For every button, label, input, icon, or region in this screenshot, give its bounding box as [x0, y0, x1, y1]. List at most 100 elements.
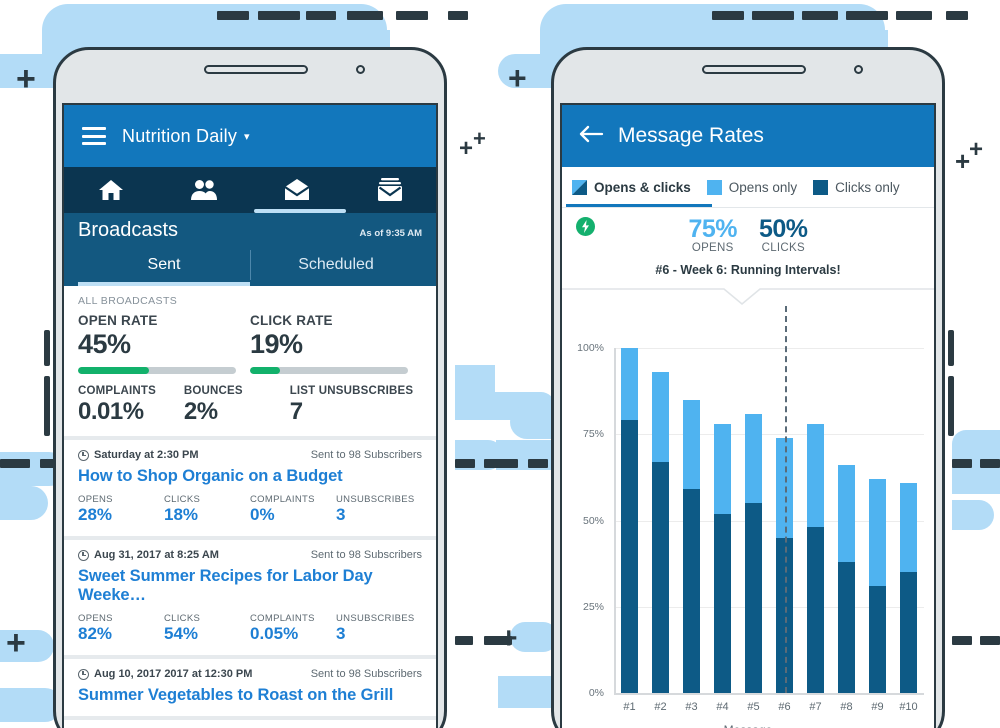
click-rate-label: CLICK RATE [250, 313, 333, 328]
hamburger-icon[interactable] [82, 127, 106, 145]
dash-mark [802, 11, 838, 20]
phone-speaker [204, 65, 308, 74]
complaints-metric: COMPLAINTS 0.01% [78, 385, 184, 426]
x-axis-title: Message [562, 723, 934, 728]
clicks-value: 50% [759, 215, 808, 243]
bar-segment-opens [806, 423, 825, 528]
tab-home[interactable] [64, 167, 157, 213]
click-rate-metric: CLICK RATE 19% [250, 313, 422, 374]
legend-opens-and-clicks[interactable]: Opens & clicks [562, 167, 691, 207]
plus-mark: + [473, 126, 486, 151]
stat-opens: OPENS 28% [78, 494, 113, 524]
chart-bar[interactable] [651, 372, 670, 693]
clicks-label: CLICKS [761, 242, 805, 254]
legend-opens-only[interactable]: Opens only [691, 167, 797, 207]
split-diagonal-swatch-icon [572, 179, 587, 195]
selected-legend-underline [566, 204, 712, 207]
bounces-value: 2% [183, 398, 218, 425]
dash-mark [752, 11, 794, 20]
selected-message-name: #6 - Week 6: Running Intervals! [655, 263, 841, 277]
broadcast-card[interactable]: Aug 10, 2017 2017 at 12:30 PM Sent to 98 … [64, 659, 436, 720]
open-rate-label: OPEN RATE [78, 313, 158, 328]
click-rate-value: 19% [250, 329, 303, 359]
x-axis-line [614, 693, 924, 695]
chart-bar[interactable] [837, 465, 856, 693]
chart-bar[interactable] [899, 482, 918, 693]
bar-segment-clicks [620, 420, 639, 693]
broadcast-date: Saturday at 2:30 PM [78, 449, 199, 461]
dash-mark [455, 459, 475, 468]
broadcast-title[interactable]: Summer Vegetables to Roast on the Grill [78, 686, 422, 705]
broadcast-sent-to: Sent to 98 Subscribers [310, 449, 422, 461]
tab-sequences[interactable] [343, 167, 436, 213]
chart-bar[interactable] [806, 423, 825, 693]
broadcast-title[interactable]: How to Shop Organic on a Budget [78, 467, 422, 486]
stat-unsubscribes: UNSUBSCRIBES 3 [336, 613, 415, 643]
chart-bar[interactable] [868, 479, 887, 693]
phone-speaker [702, 65, 806, 74]
dash-mark [980, 636, 1000, 645]
y-axis-tick-label: 50% [582, 514, 604, 527]
bar-segment-clicks [837, 561, 856, 693]
x-axis-tick-label: #9 [871, 701, 884, 713]
broadcast-card[interactable]: Aug 31, 2017 at 8:25 AM Sent to 98 Subscr… [64, 540, 436, 659]
opens-label: OPENS [691, 242, 734, 254]
tab-sent[interactable]: Sent [78, 248, 250, 286]
legend-clicks-only[interactable]: Clicks only [797, 167, 900, 207]
chart-bar[interactable] [620, 348, 639, 693]
dash-mark [0, 459, 30, 468]
tab-broadcasts[interactable] [250, 167, 343, 213]
blob-shape [0, 486, 48, 520]
dash-mark [448, 11, 468, 20]
list-unsubscribes-metric: LIST UNSUBSCRIBES 7 [290, 385, 422, 426]
chevron-down-icon[interactable]: ▾ [244, 130, 250, 143]
chart-bar[interactable] [682, 399, 701, 693]
bar-segment-clicks [682, 489, 701, 693]
right-appbar: Message Rates [562, 105, 934, 167]
bar-segment-opens [837, 465, 856, 562]
tab-scheduled[interactable]: Scheduled [250, 248, 422, 286]
summary-heading: ALL BROADCASTS [78, 295, 178, 307]
complaints-value: 0.01% [78, 398, 144, 425]
chart-canvas: 0% 25% 50% 75% 100% #1 #2 #3 #4 #5 #6 #7 #8 #9 #10 Mess… [562, 306, 934, 728]
x-axis-tick-label: #3 [685, 701, 698, 713]
stat-complaints: COMPLAINTS 0.05% [250, 613, 315, 643]
dash-mark [980, 459, 1000, 468]
broadcast-sent-to: Sent to 98 Subscribers [310, 549, 422, 561]
chart-bar[interactable] [744, 413, 763, 693]
panel-notch-divider [562, 288, 934, 306]
illustration-stage: + + + + + + + + Nutrition Daily ▾ Broadc… [0, 0, 1000, 728]
bar-segment-opens [651, 372, 670, 462]
phone-side-button [948, 376, 954, 436]
broadcast-stats: OPENS 82% CLICKS 54% COMPLAINTS 0.05% UNSUBSCR… [78, 613, 422, 644]
legend-label: Clicks only [835, 179, 900, 195]
broadcasts-section-header: Broadcasts As of 9:35 AM Sent Scheduled [64, 213, 436, 286]
back-arrow-icon[interactable] [578, 124, 604, 149]
bar-segment-clicks [651, 461, 670, 693]
bar-segment-opens [744, 413, 763, 504]
tab-divider [250, 250, 251, 280]
active-tab-indicator [254, 209, 346, 213]
left-tabbar [64, 167, 436, 213]
plus-mark: + [955, 146, 971, 176]
dash-mark [484, 459, 518, 468]
as-of-timestamp: As of 9:35 AM [359, 228, 422, 239]
tab-subscribers[interactable] [157, 167, 250, 213]
dash-mark [946, 11, 968, 20]
x-axis-tick-label: #2 [654, 701, 667, 713]
sent-scheduled-tabs: Sent Scheduled [78, 248, 422, 286]
legend-label: Opens & clicks [594, 179, 691, 195]
broadcast-stats: OPENS 28% CLICKS 18% COMPLAINTS 0% UNSUBSCRIBE… [78, 494, 422, 525]
dash-mark [217, 11, 249, 20]
chart-bar[interactable] [713, 423, 732, 693]
selected-message-indicator-line [784, 306, 787, 693]
phone-side-button [44, 330, 50, 366]
dash-mark [306, 11, 336, 20]
dash-mark [258, 11, 300, 20]
x-axis-tick-label: #7 [809, 701, 822, 713]
broadcast-title[interactable]: Sweet Summer Recipes for Labor Day Weeke… [78, 567, 422, 605]
broadcast-card-header: Saturday at 2:30 PM Sent to 98 Subscriber… [78, 449, 422, 461]
page-title: Broadcasts [78, 219, 179, 241]
y-axis-tick-label: 25% [582, 600, 604, 613]
broadcast-card[interactable]: Saturday at 2:30 PM Sent to 98 Subscriber… [64, 440, 436, 540]
